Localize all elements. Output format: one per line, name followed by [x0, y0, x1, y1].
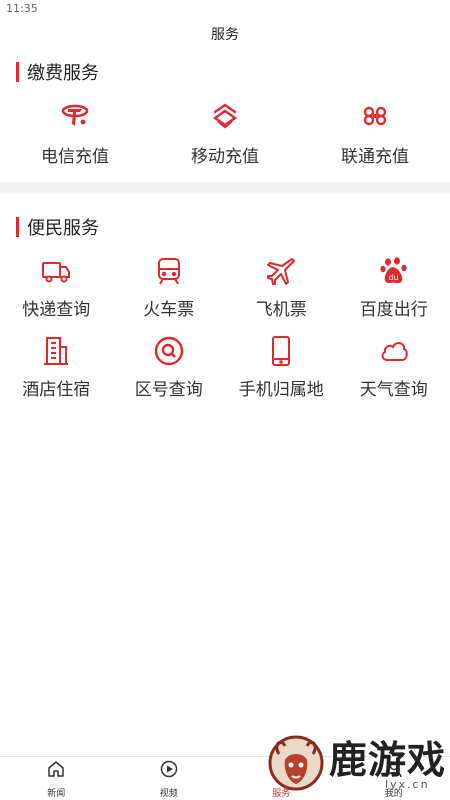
area-code-button[interactable]: 区号查询 [113, 331, 226, 411]
tab-video-label: 视频 [159, 788, 178, 799]
phone-location-label: 手机归属地 [238, 380, 324, 400]
mobile-recharge-button[interactable]: 移动充值 [150, 92, 300, 180]
watermark-text: 鹿游戏 [328, 736, 446, 782]
weather-query-button[interactable]: 天气查询 [338, 331, 450, 411]
flight-ticket-label: 飞机票 [255, 300, 307, 320]
watermark-url: lyx.cn [384, 777, 430, 791]
building-icon [40, 335, 72, 367]
weather-query-label: 天气查询 [359, 380, 428, 400]
baidu-paw-icon: du [378, 255, 410, 287]
tab-news-label: 新闻 [47, 788, 66, 799]
train-ticket-label: 火车票 [143, 300, 195, 320]
section-header-payment: 缴费服务 [0, 52, 450, 92]
status-bar: 11:35 [0, 0, 450, 18]
play-icon [159, 759, 179, 783]
phone-icon [265, 335, 297, 367]
cloud-icon [378, 335, 410, 367]
airplane-icon [265, 255, 297, 287]
home-icon [46, 759, 66, 783]
china-telecom-icon [59, 100, 91, 132]
express-query-button[interactable]: 快递查询 [0, 251, 113, 331]
train-ticket-button[interactable]: 火车票 [113, 251, 226, 331]
payment-section: 缴费服务 电信充值 移动充值 联通充值 [0, 52, 450, 180]
train-icon [153, 255, 185, 287]
tab-news[interactable]: 新闻 [0, 757, 113, 800]
unicom-recharge-button[interactable]: 联通充值 [300, 92, 450, 180]
section-accent-bar [16, 62, 19, 82]
section-accent-bar [16, 217, 19, 237]
search-circle-icon [153, 335, 185, 367]
truck-icon [40, 255, 72, 287]
convenience-section: 便民服务 快递查询 火车票 飞机票 du 百度出行 酒店住宿 区号查询 手机归属… [0, 207, 450, 411]
baidu-travel-label: 百度出行 [359, 300, 428, 320]
area-code-label: 区号查询 [134, 380, 203, 400]
section-divider [0, 182, 450, 193]
hotel-button[interactable]: 酒店住宿 [0, 331, 113, 411]
section-title-convenience: 便民服务 [27, 218, 99, 239]
status-time: 11:35 [6, 2, 38, 15]
hotel-label: 酒店住宿 [22, 380, 91, 400]
china-unicom-icon [359, 100, 391, 132]
baidu-travel-button[interactable]: du 百度出行 [338, 251, 450, 331]
deer-logo-icon [265, 732, 327, 798]
section-header-convenience: 便民服务 [0, 207, 450, 247]
telecom-recharge-button[interactable]: 电信充值 [0, 92, 150, 180]
china-mobile-icon [209, 100, 241, 132]
mobile-recharge-label: 移动充值 [191, 147, 259, 167]
section-title-payment: 缴费服务 [27, 63, 99, 84]
express-query-label: 快递查询 [22, 300, 91, 320]
watermark: 鹿游戏 lyx.cn [265, 732, 446, 798]
telecom-recharge-label: 电信充值 [41, 147, 109, 167]
tab-video[interactable]: 视频 [113, 757, 226, 800]
unicom-recharge-label: 联通充值 [341, 147, 409, 167]
page-title: 服务 [211, 27, 239, 43]
flight-ticket-button[interactable]: 飞机票 [225, 251, 338, 331]
svg-text:du: du [388, 273, 398, 282]
phone-location-button[interactable]: 手机归属地 [225, 331, 338, 411]
